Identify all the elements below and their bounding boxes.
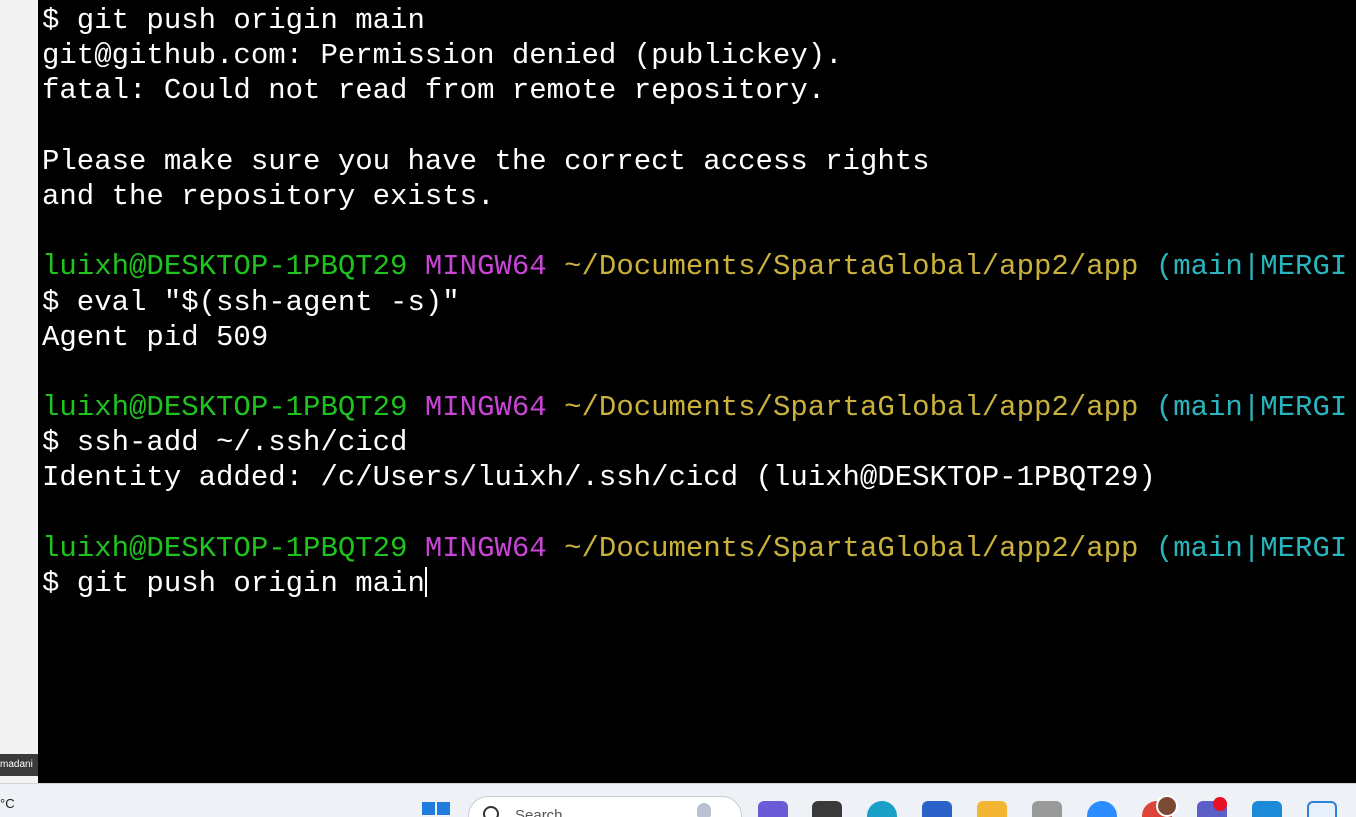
command-line: $ ssh-add ~/.ssh/cicd (42, 425, 1347, 460)
output-line: Agent pid 509 (42, 320, 1347, 355)
notification-badge (1213, 797, 1227, 811)
output-text: Identity added: /c/Users/luixh/.ssh/cicd… (42, 461, 1156, 495)
file-explorer-icon[interactable] (977, 801, 1007, 817)
output-line: Identity added: /c/Users/luixh/.ssh/cicd… (42, 460, 1347, 495)
edge-icon[interactable] (867, 801, 897, 817)
prompt-branch: (main|MERGI (1155, 391, 1348, 425)
prompt-system: MINGW64 (424, 250, 547, 284)
task-view-icon[interactable] (812, 801, 842, 817)
output-text: Please make sure you have the correct ac… (42, 144, 930, 178)
chrome-icon[interactable] (1142, 795, 1178, 817)
notepad-icon[interactable] (1032, 801, 1062, 817)
prompt-user: luixh@DESKTOP-1PBQT29 (42, 250, 408, 284)
copilot-icon[interactable] (758, 801, 788, 817)
zoom-icon[interactable] (1087, 801, 1117, 817)
teams-icon[interactable] (1197, 797, 1227, 817)
text-cursor (424, 567, 427, 597)
prompt-path: ~/Documents/SpartaGlobal/app2/app (564, 391, 1139, 425)
command-text: $ eval "$(ssh-agent -s)" (42, 285, 460, 319)
prompt-user: luixh@DESKTOP-1PBQT29 (42, 531, 408, 565)
notes-icon[interactable] (1307, 801, 1337, 817)
command-text: $ git push origin main (42, 4, 425, 37)
output-text: Agent pid 509 (42, 320, 269, 354)
output-text: fatal: Could not read from remote reposi… (42, 74, 826, 108)
search-icon (483, 806, 499, 817)
taskbar-search-box[interactable]: Search (468, 796, 742, 817)
command-text: $ ssh-add ~/.ssh/cicd (42, 426, 408, 460)
prompt-line: luixh@DESKTOP-1PBQT29 MINGW64 ~/Document… (42, 249, 1347, 284)
prompt-branch: (main|MERGI (1155, 250, 1348, 284)
search-highlight-icon (697, 803, 711, 817)
store-icon[interactable] (922, 801, 952, 817)
terminal-window[interactable]: $ git push origin main git@github.com: Pe… (38, 0, 1356, 783)
weather-widget[interactable]: °C (0, 796, 15, 811)
user-name-chip: madani (0, 754, 38, 776)
terminal-output[interactable]: $ git push origin main git@github.com: Pe… (42, 3, 1347, 601)
output-text: and the repository exists. (42, 179, 495, 213)
prompt-path: ~/Documents/SpartaGlobal/app2/app (564, 531, 1139, 565)
command-line: $ git push origin main (42, 3, 1347, 38)
prompt-line: luixh@DESKTOP-1PBQT29 MINGW64 ~/Document… (42, 390, 1347, 425)
prompt-system: MINGW64 (424, 531, 547, 565)
command-text: $ git push origin main (42, 567, 425, 600)
output-text: git@github.com: Permission denied (publi… (42, 39, 843, 73)
prompt-system: MINGW64 (424, 391, 547, 425)
screen: madani $ git push origin main git@github.… (0, 0, 1356, 817)
output-line: git@github.com: Permission denied (publi… (42, 38, 1347, 73)
prompt-path: ~/Documents/SpartaGlobal/app2/app (564, 250, 1139, 284)
taskbar: °C Search (0, 783, 1356, 817)
command-line: $ eval "$(ssh-agent -s)" (42, 285, 1347, 320)
search-placeholder: Search (515, 807, 563, 817)
prompt-user: luixh@DESKTOP-1PBQT29 (42, 391, 408, 425)
background-window (0, 0, 39, 783)
vscode-icon[interactable] (1252, 801, 1282, 817)
windows-start-icon[interactable] (422, 802, 452, 817)
prompt-branch: (main|MERGI (1155, 531, 1348, 565)
output-line: fatal: Could not read from remote reposi… (42, 73, 1347, 108)
output-line: Please make sure you have the correct ac… (42, 144, 1347, 179)
output-line: and the repository exists. (42, 179, 1347, 214)
command-line: $ git push origin main (42, 566, 1347, 601)
prompt-line: luixh@DESKTOP-1PBQT29 MINGW64 ~/Document… (42, 531, 1347, 566)
